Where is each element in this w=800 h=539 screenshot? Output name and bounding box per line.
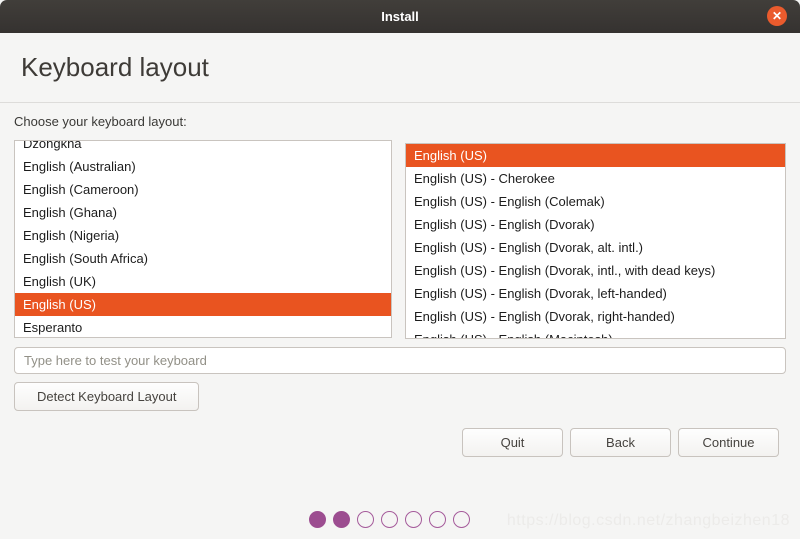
layout-list[interactable]: DzongkhaEnglish (Australian)English (Cam… — [14, 140, 392, 338]
list-item[interactable]: English (US) - English (Macintosh) — [406, 328, 785, 339]
progress-dot — [381, 511, 398, 528]
list-item[interactable]: English (US) — [15, 293, 391, 316]
progress-dot — [309, 511, 326, 528]
list-item[interactable]: English (South Africa) — [15, 247, 391, 270]
progress-dots — [309, 511, 470, 528]
variant-list-items: English (US)English (US) - CherokeeEngli… — [406, 144, 785, 339]
layout-list-items: DzongkhaEnglish (Australian)English (Cam… — [15, 140, 391, 338]
detect-keyboard-layout-button[interactable]: Detect Keyboard Layout — [14, 382, 199, 411]
watermark-text: https://blog.csdn.net/zhangbeizhen18 — [507, 512, 790, 530]
continue-button[interactable]: Continue — [678, 428, 779, 457]
list-item[interactable]: English (Nigeria) — [15, 224, 391, 247]
list-item[interactable]: Dzongkha — [15, 140, 391, 155]
navigation-buttons: Quit Back Continue — [462, 428, 779, 457]
window-title: Install — [381, 9, 419, 24]
progress-dot — [405, 511, 422, 528]
list-item[interactable]: English (UK) — [15, 270, 391, 293]
list-item[interactable]: English (US) - English (Dvorak, alt. int… — [406, 236, 785, 259]
header-divider — [0, 102, 800, 103]
close-icon: ✕ — [772, 6, 782, 26]
titlebar: Install ✕ — [0, 0, 800, 33]
page-title: Keyboard layout — [21, 52, 209, 83]
list-item[interactable]: English (Cameroon) — [15, 178, 391, 201]
choose-layout-label: Choose your keyboard layout: — [14, 114, 187, 129]
variant-list[interactable]: English (US)English (US) - CherokeeEngli… — [405, 143, 786, 339]
quit-button[interactable]: Quit — [462, 428, 563, 457]
back-button[interactable]: Back — [570, 428, 671, 457]
progress-dot — [429, 511, 446, 528]
list-item[interactable]: English (US) - English (Dvorak, left-han… — [406, 282, 785, 305]
list-item[interactable]: English (Australian) — [15, 155, 391, 178]
list-item[interactable]: English (Ghana) — [15, 201, 391, 224]
list-item[interactable]: English (US) - Cherokee — [406, 167, 785, 190]
list-item[interactable]: English (US) - English (Dvorak) — [406, 213, 785, 236]
progress-dot — [357, 511, 374, 528]
progress-dot — [333, 511, 350, 528]
progress-dot — [453, 511, 470, 528]
list-item[interactable]: Esperanto — [15, 316, 391, 338]
list-item[interactable]: English (US) - English (Dvorak, intl., w… — [406, 259, 785, 282]
keyboard-test-input[interactable] — [14, 347, 786, 374]
close-button[interactable]: ✕ — [767, 6, 787, 26]
list-item[interactable]: English (US) - English (Colemak) — [406, 190, 785, 213]
list-item[interactable]: English (US) - English (Dvorak, right-ha… — [406, 305, 785, 328]
list-item[interactable]: English (US) — [406, 144, 785, 167]
